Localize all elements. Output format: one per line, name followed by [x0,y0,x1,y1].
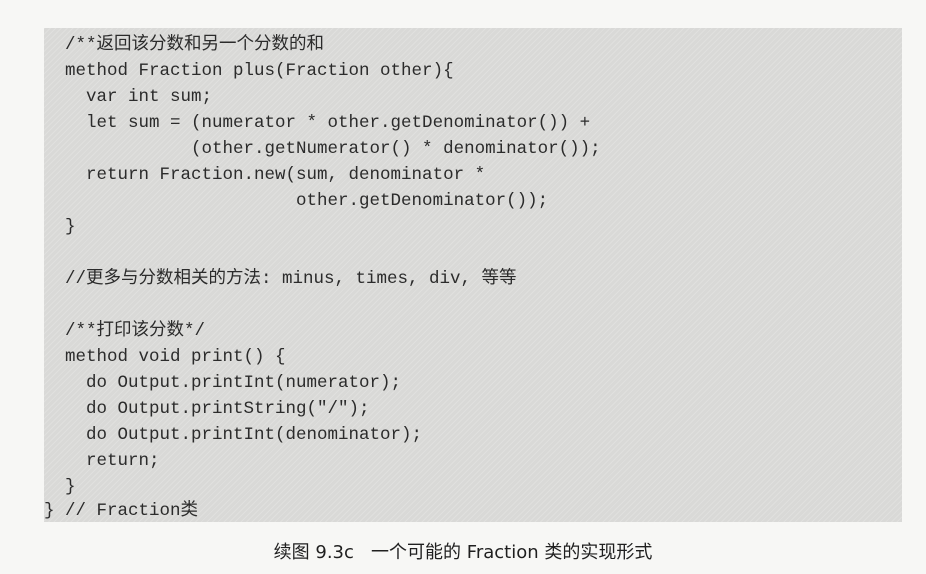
code-line: method Fraction plus(Fraction other){ [44,61,454,81]
code-line: do Output.printString("/"); [44,399,370,419]
code-listing: /**返回该分数和另一个分数的和 method Fraction plus(Fr… [44,28,902,522]
code-line: other.getDenominator()); [44,191,549,211]
code-line: } [44,477,76,497]
code-line: //更多与分数相关的方法: minus, times, div, 等等 [44,269,517,289]
code-line: return Fraction.new(sum, denominator * [44,165,486,185]
code-line: } // Fraction类 [44,501,199,521]
book-page: /**返回该分数和另一个分数的和 method Fraction plus(Fr… [0,0,926,574]
code-line: (other.getNumerator() * denominator()); [44,139,601,159]
code-line: } [44,217,76,237]
code-line: method void print() { [44,347,286,367]
code-line: var int sum; [44,87,213,107]
code-line: /**打印该分数*/ [44,321,206,341]
code-line: let sum = (numerator * other.getDenomina… [44,113,591,133]
code-line: /**返回该分数和另一个分数的和 [44,35,325,55]
code-line: do Output.printInt(numerator); [44,373,402,393]
code-line: return; [44,451,160,471]
figure-caption: 续图 9.3c 一个可能的 Fraction 类的实现形式 [273,542,653,563]
code-line: do Output.printInt(denominator); [44,425,423,445]
